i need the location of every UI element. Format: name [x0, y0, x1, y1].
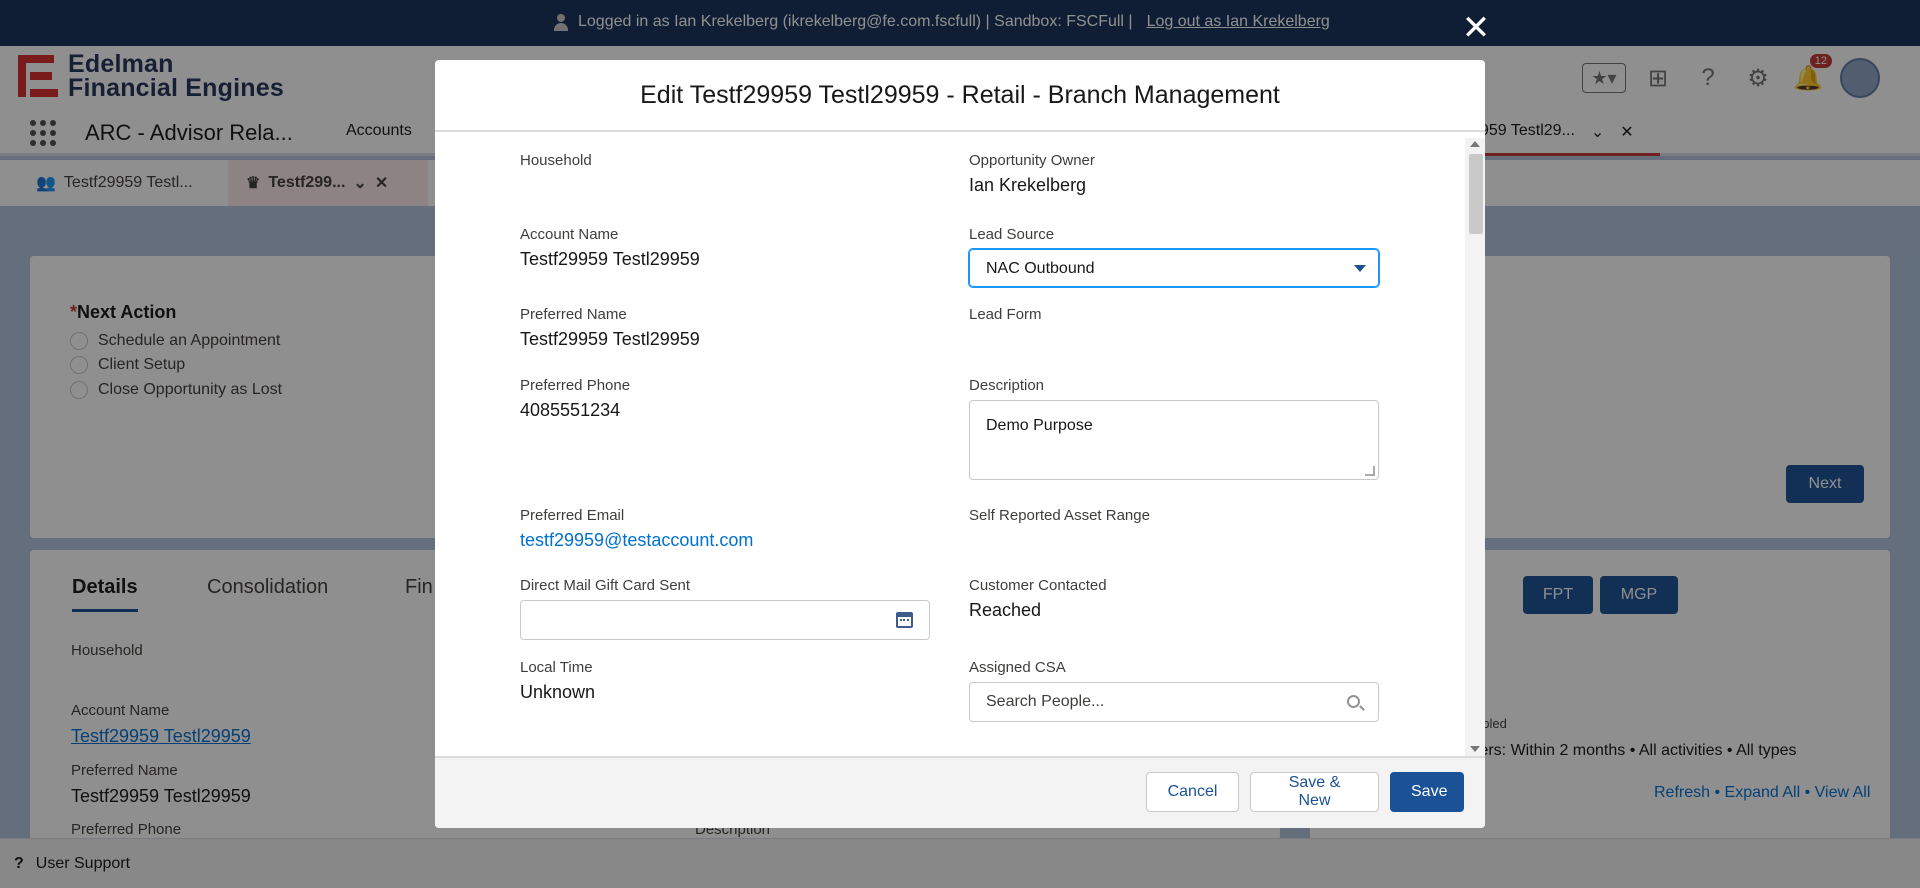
- modal-footer: Cancel Save & New Save: [435, 756, 1485, 828]
- scroll-down-icon[interactable]: [1470, 746, 1480, 752]
- description-textarea[interactable]: Demo Purpose: [969, 400, 1379, 480]
- preferred-email-field: Preferred Email testf29959@testaccount.c…: [520, 507, 753, 551]
- preferred-email-label: Preferred Email: [520, 507, 625, 524]
- modal-scrollbar[interactable]: [1465, 138, 1485, 756]
- local-time-value: Unknown: [520, 682, 596, 702]
- description-field: Description Demo Purpose: [969, 377, 1379, 480]
- scroll-thumb[interactable]: [1469, 154, 1483, 234]
- caret-down-icon: [1354, 265, 1366, 272]
- customer-contacted-field: Customer Contacted Reached: [969, 577, 1107, 621]
- description-value: Demo Purpose: [986, 417, 1093, 434]
- assigned-csa-field: Assigned CSA Search People...: [969, 659, 1379, 722]
- preferred-phone-value: 4085551234: [520, 400, 621, 420]
- assigned-csa-search-input[interactable]: Search People...: [969, 682, 1379, 722]
- household-field: Household: [520, 152, 592, 175]
- close-modal-icon[interactable]: ✕: [1458, 10, 1494, 46]
- edit-opportunity-modal: Edit Testf29959 Testl29959 - Retail - Br…: [435, 60, 1485, 828]
- account-name-label: Account Name: [520, 226, 619, 243]
- cancel-button[interactable]: Cancel: [1146, 772, 1239, 812]
- household-label: Household: [520, 152, 592, 169]
- preferred-phone-field: Preferred Phone 4085551234: [520, 377, 630, 421]
- asset-range-label: Self Reported Asset Range: [969, 507, 1150, 524]
- resize-grip-icon[interactable]: [1365, 466, 1375, 476]
- save-new-button[interactable]: Save & New: [1250, 772, 1379, 812]
- lead-source-label: Lead Source: [969, 226, 1055, 243]
- gift-card-label: Direct Mail Gift Card Sent: [520, 577, 691, 594]
- preferred-name-field: Preferred Name Testf29959 Testl29959: [520, 306, 700, 350]
- gift-card-field: Direct Mail Gift Card Sent: [520, 577, 930, 640]
- asset-range-field: Self Reported Asset Range: [969, 507, 1150, 530]
- owner-label: Opportunity Owner: [969, 152, 1095, 169]
- modal-header: Edit Testf29959 Testl29959 - Retail - Br…: [435, 60, 1485, 132]
- csa-placeholder: Search People...: [986, 693, 1105, 710]
- description-label: Description: [969, 377, 1045, 394]
- modal-title: Edit Testf29959 Testl29959 - Retail - Br…: [640, 80, 1280, 109]
- search-icon: [1347, 695, 1360, 708]
- gift-card-date-input[interactable]: [520, 600, 930, 640]
- customer-contacted-label: Customer Contacted: [969, 577, 1107, 594]
- local-time-field: Local Time Unknown: [520, 659, 595, 703]
- customer-contacted-value: Reached: [969, 600, 1042, 620]
- lead-form-field: Lead Form: [969, 306, 1042, 329]
- local-time-label: Local Time: [520, 659, 593, 676]
- lead-form-label: Lead Form: [969, 306, 1042, 323]
- scroll-up-icon[interactable]: [1470, 141, 1480, 147]
- account-name-field: Account Name Testf29959 Testl29959: [520, 226, 700, 270]
- lead-source-value: NAC Outbound: [986, 260, 1095, 277]
- save-button[interactable]: Save: [1390, 772, 1464, 812]
- owner-field: Opportunity Owner Ian Krekelberg: [969, 152, 1095, 196]
- preferred-email-link[interactable]: testf29959@testaccount.com: [520, 530, 753, 550]
- lead-source-select[interactable]: NAC Outbound: [969, 249, 1379, 287]
- assigned-csa-label: Assigned CSA: [969, 659, 1066, 676]
- preferred-name-label: Preferred Name: [520, 306, 627, 323]
- preferred-name-value: Testf29959 Testl29959: [520, 329, 700, 349]
- account-name-value: Testf29959 Testl29959: [520, 249, 700, 269]
- calendar-icon[interactable]: [896, 612, 913, 628]
- modal-body: Household Account Name Testf29959 Testl2…: [435, 134, 1485, 754]
- owner-value: Ian Krekelberg: [969, 175, 1087, 195]
- lead-source-field: Lead Source NAC Outbound: [969, 226, 1379, 287]
- preferred-phone-label: Preferred Phone: [520, 377, 631, 394]
